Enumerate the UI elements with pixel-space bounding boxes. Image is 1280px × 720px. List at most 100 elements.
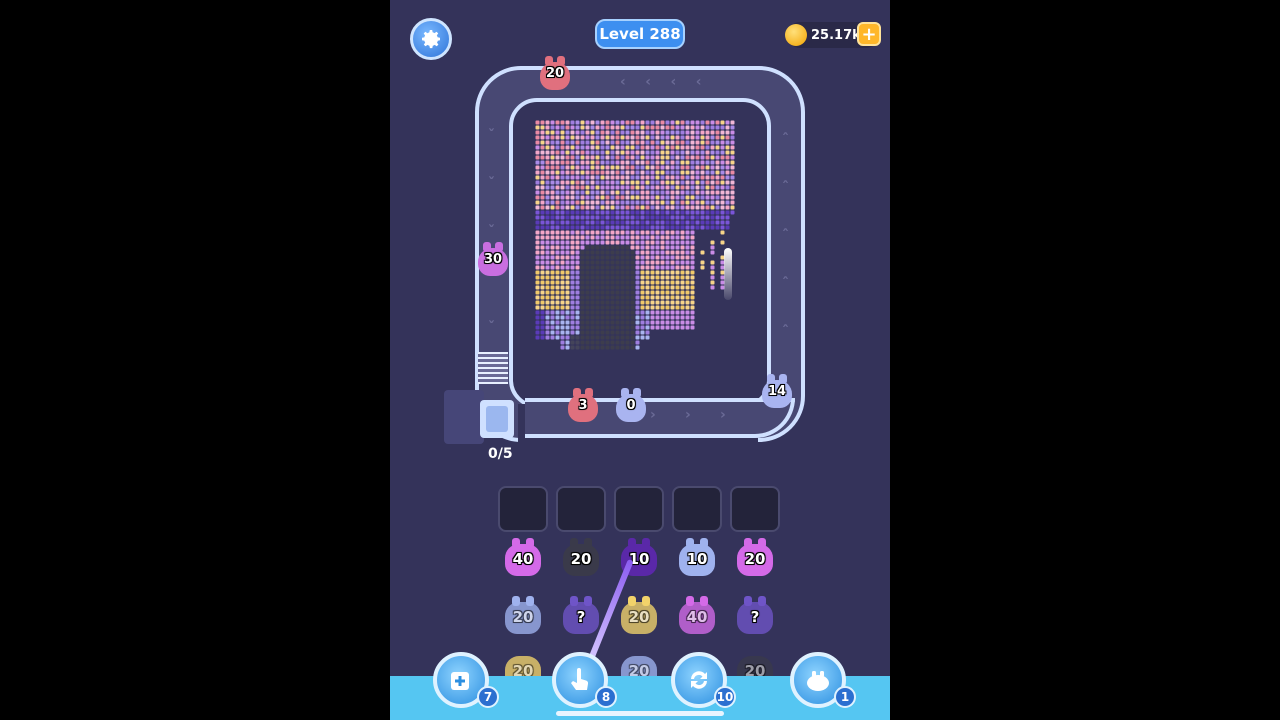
pixel-block [675, 265, 680, 270]
mystery-pig[interactable]: ? [735, 594, 775, 636]
pixel-block [655, 305, 660, 310]
pixel-block [720, 200, 725, 205]
pixel-block [570, 125, 575, 130]
pixel-block [700, 175, 705, 180]
pixel-block [640, 190, 645, 195]
pixel-block [550, 240, 555, 245]
track-pig[interactable]: 20 [538, 54, 572, 90]
pixel-block [580, 185, 585, 190]
track-pig[interactable]: 14 [760, 372, 794, 408]
pixel-block [625, 170, 630, 175]
pixel-block [610, 225, 615, 230]
pixel-block [655, 265, 660, 270]
queue-pig[interactable]: 40 [677, 594, 717, 636]
pixel-block [660, 215, 665, 220]
pixel-block [565, 240, 570, 245]
pixel-block [665, 175, 670, 180]
pixel-block [675, 125, 680, 130]
pixel-block [590, 215, 595, 220]
pixel-block [585, 320, 590, 325]
pixel-block [545, 185, 550, 190]
pixel-block [705, 190, 710, 195]
pixel-block [615, 140, 620, 145]
pixel-block [680, 185, 685, 190]
pixel-block [730, 205, 735, 210]
pixel-block [680, 140, 685, 145]
pixel-block [705, 180, 710, 185]
mystery-pig[interactable]: ? [561, 594, 601, 636]
pixel-block [605, 150, 610, 155]
pixel-block [625, 325, 630, 330]
queue-pig[interactable]: 40 [503, 536, 543, 578]
pixel-block [625, 260, 630, 265]
pixel-block [555, 310, 560, 315]
pixel-block [565, 330, 570, 335]
pixel-block [600, 160, 605, 165]
pixel-block [575, 170, 580, 175]
pixel-block [670, 235, 675, 240]
pixel-block [600, 320, 605, 325]
pixel-block [685, 170, 690, 175]
pixel-block [665, 220, 670, 225]
pixel-block [600, 245, 605, 250]
pixel-block [635, 155, 640, 160]
pixel-block [575, 210, 580, 215]
pixel-block [690, 205, 695, 210]
pixel-block [635, 310, 640, 315]
queue-pig[interactable]: 20 [619, 594, 659, 636]
queue-pig[interactable]: 10 [677, 536, 717, 578]
pixel-block [540, 220, 545, 225]
queue-pig[interactable]: 20 [735, 536, 775, 578]
pixel-block [570, 320, 575, 325]
pixel-block [675, 240, 680, 245]
pixel-block [715, 165, 720, 170]
pixel-block [690, 195, 695, 200]
pixel-block [690, 305, 695, 310]
add-coins-button[interactable]: + [857, 22, 881, 46]
pixel-block [580, 250, 585, 255]
pixel-block [550, 170, 555, 175]
pixel-block [645, 290, 650, 295]
waiting-slot [498, 486, 548, 532]
pixel-block [725, 215, 730, 220]
pixel-block [655, 270, 660, 275]
pixel-block [610, 135, 615, 140]
pixel-block [670, 260, 675, 265]
pixel-block [715, 130, 720, 135]
pixel-block [700, 180, 705, 185]
pixel-block [640, 180, 645, 185]
pixel-block [700, 165, 705, 170]
track-pig[interactable]: 0 [614, 386, 648, 422]
pixel-block [645, 220, 650, 225]
pixel-block [580, 340, 585, 345]
track-pig[interactable]: 3 [566, 386, 600, 422]
pixel-block [705, 185, 710, 190]
pixel-block [535, 200, 540, 205]
pixel-block [665, 325, 670, 330]
pixel-block [540, 125, 545, 130]
pixel-block [590, 225, 595, 230]
pixel-block [710, 240, 715, 245]
pixel-block [555, 255, 560, 260]
pixel-block [620, 270, 625, 275]
pixel-block [655, 300, 660, 305]
pixel-block [590, 190, 595, 195]
track-pig[interactable]: 30 [476, 240, 510, 276]
pixel-block [610, 250, 615, 255]
pixel-block [540, 240, 545, 245]
pixel-block [575, 330, 580, 335]
pixel-block [645, 240, 650, 245]
pixel-block [570, 315, 575, 320]
settings-button[interactable] [410, 18, 452, 60]
queue-pig[interactable]: 20 [561, 536, 601, 578]
pixel-block [575, 335, 580, 340]
pixel-block [600, 170, 605, 175]
pixel-block [720, 130, 725, 135]
pixel-block [650, 210, 655, 215]
pixel-block [660, 190, 665, 195]
queue-pig[interactable]: 20 [503, 594, 543, 636]
pixel-block [625, 305, 630, 310]
pixel-block [545, 270, 550, 275]
pixel-block [570, 155, 575, 160]
pixel-block [600, 205, 605, 210]
